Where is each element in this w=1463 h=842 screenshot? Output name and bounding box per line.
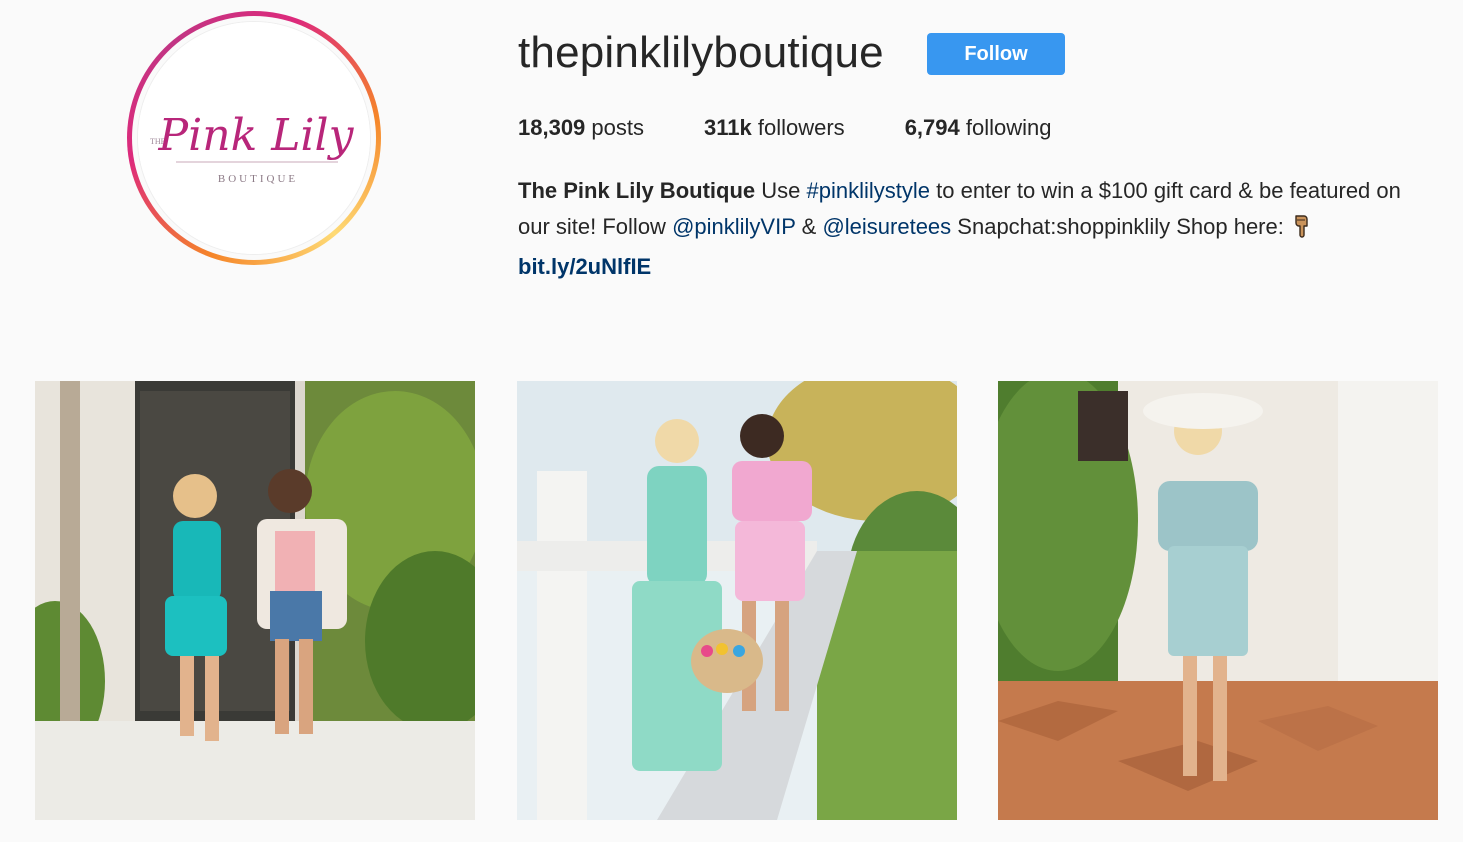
profile-page: THE Pink Lily BOUTIQUE thepinklilyboutiq… [0,0,1463,842]
bio-website-link[interactable]: bit.ly/2uNlfIE [518,249,1428,285]
story-ring[interactable]: THE Pink Lily BOUTIQUE [127,11,381,265]
post-tile-3[interactable] [998,381,1438,820]
mention-link-leisuretees[interactable]: @leisuretees [822,214,951,239]
follow-button[interactable]: Follow [927,33,1065,75]
logo-sub-text: BOUTIQUE [218,173,298,185]
following-stat[interactable]: 6,794 following [905,115,1052,141]
profile-stats: 18,309 posts 311k followers 6,794 follow… [518,115,1111,141]
post-photo-icon [517,381,957,820]
bio-text: & [801,214,817,239]
posts-count: 18,309 [518,115,586,140]
mention-link-pinklilyvip[interactable]: @pinklilyVIP [672,214,795,239]
followers-stat[interactable]: 311k followers [704,115,845,141]
post-photo-icon [35,381,475,820]
posts-stat: 18,309 posts [518,115,644,141]
post-tile-2[interactable] [517,381,957,820]
followers-count: 311k [704,115,752,140]
posts-grid [35,381,1438,820]
following-label: following [965,115,1052,140]
post-tile-1[interactable] [35,381,475,820]
post-photo-icon [998,381,1438,820]
followers-label: followers [757,115,845,140]
logo-main-text: Pink Lily [158,110,355,161]
avatar[interactable]: THE Pink Lily BOUTIQUE [137,21,371,255]
full-name: The Pink Lily Boutique [518,178,756,203]
bio-text: Snapchat:shoppinklily Shop here: [957,214,1284,239]
following-count: 6,794 [904,115,960,140]
bio-text: Use [761,178,801,203]
bio: The Pink Lily Boutique Use #pinklilystyl… [518,173,1428,285]
pointing-down-icon [1290,213,1312,249]
username: thepinklilyboutique [518,28,884,77]
pink-lily-logo: THE Pink Lily BOUTIQUE [138,22,370,254]
posts-label: posts [591,115,645,140]
hashtag-link[interactable]: #pinklilystyle [807,178,931,203]
